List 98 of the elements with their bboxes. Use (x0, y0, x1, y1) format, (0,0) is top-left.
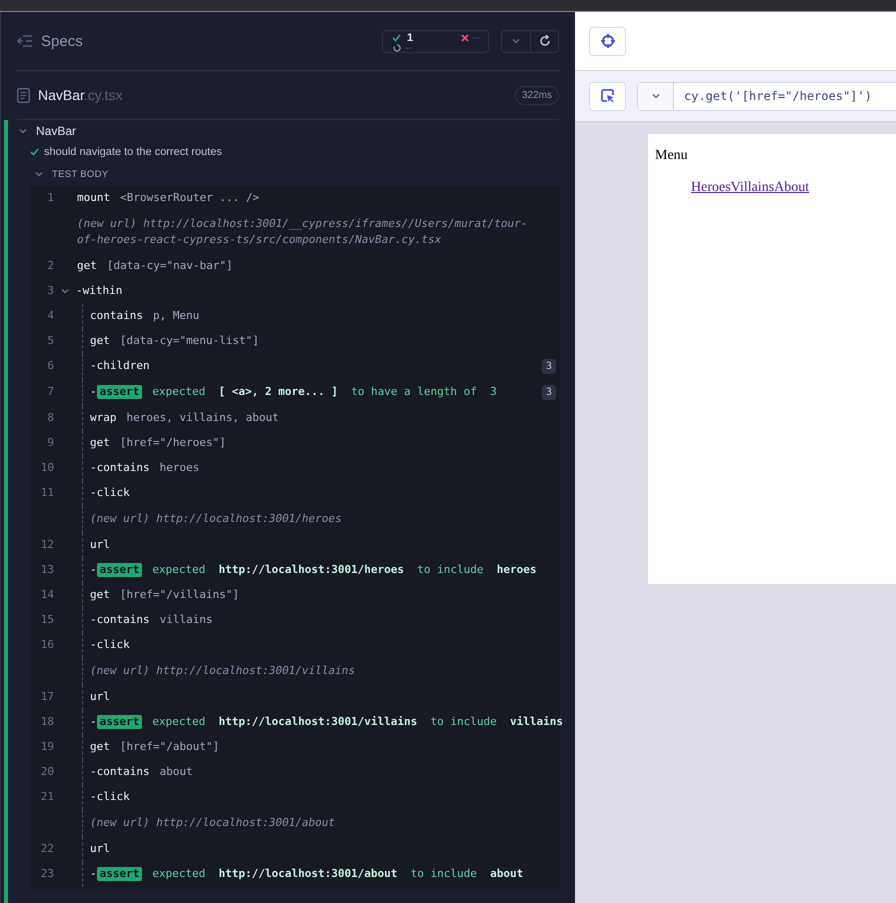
command-name[interactable]: contains (90, 309, 143, 323)
line-number: 17 (40, 689, 54, 704)
spinner-icon (393, 44, 401, 52)
command-message: <BrowserRouter ... /> (120, 191, 260, 205)
pending-count: -- (405, 42, 412, 54)
suite-title[interactable]: NavBar (36, 124, 76, 138)
line-number: 1 (46, 190, 54, 205)
crosshair-icon (600, 34, 614, 48)
line-number: 20 (40, 764, 54, 779)
assert-tag: assert (96, 563, 142, 577)
command-name[interactable]: url (90, 842, 110, 856)
element-picker-button[interactable] (589, 82, 626, 110)
command-message: [href="/about"] (120, 740, 220, 754)
line-number: 8 (46, 410, 54, 425)
new-url-log: (new url) http://localhost:3001/about (90, 815, 336, 831)
line-number: 21 (40, 789, 54, 804)
new-url-log: (new url) http://localhost:3001/__cypress/iframes//Users/murat/tour-of-heroes-react-cypress-ts/src/components/NavBar.cy.tsx (77, 216, 528, 248)
command-name[interactable]: -contains (90, 613, 150, 627)
line-number: 3 (46, 283, 54, 298)
chevron-icon[interactable] (60, 286, 70, 296)
line-number: 9 (46, 435, 54, 450)
command-name[interactable]: url (90, 690, 110, 704)
command-message: about (160, 765, 193, 779)
new-url-log: (new url) http://localhost:3001/villains (90, 663, 356, 679)
command-name[interactable]: -click (90, 790, 130, 804)
command-name[interactable]: -contains (90, 765, 150, 779)
assert-message: expected http://localhost:3001/heroes to include heroes (152, 563, 538, 577)
line-number: 19 (40, 739, 54, 754)
count-badge: 3 (542, 385, 556, 400)
dash-mark: - (90, 385, 97, 399)
line-number: 10 (40, 460, 54, 475)
new-url-log: (new url) http://localhost:3001/heroes (90, 511, 343, 527)
collapse-icon[interactable] (17, 35, 33, 47)
command-message: heroes, villains, about (126, 411, 279, 425)
command-message: [data-cy="nav-bar"] (106, 259, 233, 273)
line-number: 4 (46, 308, 54, 323)
assert-message: expected http://localhost:3001/villains to include villains (152, 715, 563, 729)
assert-message: expected [ <a>, 2 more... ] to have a length of 3 (152, 385, 498, 399)
section-title[interactable]: TEST BODY (52, 168, 108, 180)
command-message: villains (160, 613, 213, 627)
check-icon (392, 34, 401, 42)
command-name[interactable]: -contains (90, 461, 150, 475)
command-name[interactable]: get (90, 334, 110, 348)
line-number: 11 (40, 485, 54, 500)
assert-tag: assert (96, 867, 142, 881)
dash-mark: - (90, 563, 97, 577)
command-name[interactable]: get (90, 436, 110, 450)
refresh-icon (538, 35, 550, 47)
chevron-icon (650, 91, 660, 101)
cursor-icon (600, 89, 614, 103)
command-name[interactable]: get (90, 740, 110, 754)
selector-field[interactable]: cy.get('[href="/heroes"]') (637, 82, 896, 110)
assert-message: expected http://localhost:3001/about to include about (152, 867, 524, 881)
assert-tag: assert (96, 715, 142, 729)
line-number: 18 (40, 714, 54, 729)
nav-link[interactable]: About (774, 180, 810, 196)
command-message: p, Menu (152, 309, 200, 323)
line-number: 5 (46, 333, 54, 348)
command-message: [data-cy="menu-list"] (120, 334, 259, 348)
command-name[interactable]: -click (90, 638, 130, 652)
chevron-icon (511, 36, 521, 46)
failed-count: -- (472, 32, 480, 44)
command-name[interactable]: get (90, 588, 110, 602)
count-badge: 3 (542, 359, 556, 374)
command-name[interactable]: -click (90, 486, 130, 500)
command-name[interactable]: url (90, 538, 110, 552)
command-name[interactable]: -children (90, 359, 150, 373)
line-number: 2 (46, 258, 54, 273)
dash-mark: - (90, 867, 97, 881)
cross-icon (461, 34, 469, 42)
spec-file-name: NavBar.cy.tsx (38, 87, 124, 103)
command-message: [href="/villains"] (120, 588, 240, 602)
line-number: 23 (40, 866, 54, 881)
test-title[interactable]: should navigate to the correct routes (44, 146, 222, 158)
line-number: 13 (40, 562, 54, 577)
menu-heading: Menu (655, 148, 689, 164)
line-number: 12 (40, 537, 54, 552)
document-icon (17, 88, 30, 102)
dash-mark: - (90, 715, 97, 729)
line-number: 16 (40, 637, 54, 652)
command-name[interactable]: -within (76, 284, 122, 298)
command-message: [href="/heroes"] (120, 436, 226, 450)
command-name[interactable]: get (77, 259, 97, 273)
line-number: 14 (40, 587, 54, 602)
line-number: 15 (40, 612, 54, 627)
specs-title: Specs (41, 32, 84, 50)
nav-link[interactable]: Heroes (691, 180, 731, 196)
line-number: 22 (40, 841, 54, 856)
nav-link[interactable]: Villains (730, 180, 774, 196)
command-message: heroes (160, 461, 200, 475)
line-number: 7 (46, 384, 54, 399)
command-name[interactable]: wrap (90, 411, 116, 425)
command-name[interactable]: mount (77, 191, 110, 205)
selector-playground-button[interactable] (589, 26, 626, 56)
line-number: 6 (46, 358, 54, 373)
assert-tag: assert (96, 385, 142, 399)
duration-badge: 322ms (514, 86, 559, 104)
passed-count: 1 (407, 32, 414, 44)
